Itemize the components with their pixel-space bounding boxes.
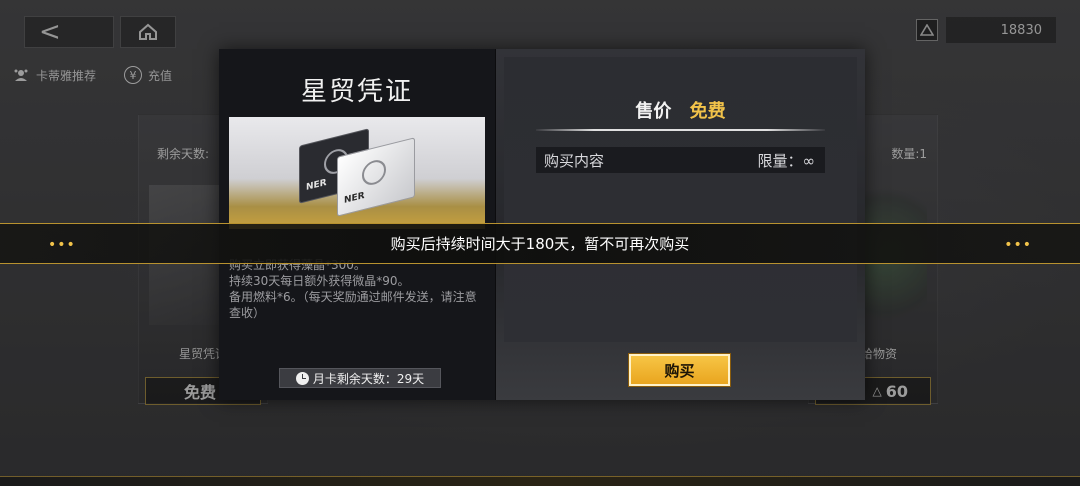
price-label: 售价 — [635, 101, 672, 122]
card-logo: NER — [306, 177, 327, 193]
clock-icon — [295, 371, 309, 385]
item-title: 星贸凭证 — [300, 77, 413, 107]
content-label: 购买内容 — [544, 151, 605, 170]
purchase-content-panel: 售价 免费 购买内容 限量：∞ — [504, 57, 857, 342]
price-row: 售价 免费 — [504, 97, 857, 123]
card-logo: NER — [344, 190, 365, 206]
bottom-strip — [0, 476, 1080, 486]
notice-toast: ••• 购买后持续时间大于180天，暂不可再次购买 ••• — [0, 223, 1080, 264]
item-description: 购买立即获得藻晶*300。 持续30天每日额外获得微晶*90。 备用燃料*6。（… — [229, 257, 487, 321]
buy-button[interactable]: 购买 — [629, 354, 730, 386]
remaining-days-text: 月卡剩余天数：29天 — [312, 371, 425, 386]
description-line: 备用燃料*6。（每天奖励通过邮件发送，请注意查收） — [229, 290, 477, 320]
toast-decoration-right: ••• — [1004, 237, 1032, 253]
toast-decoration-left: ••• — [48, 237, 76, 253]
remaining-days-badge: 月卡剩余天数：29天 — [279, 368, 441, 388]
price-value: 免费 — [689, 101, 726, 122]
purchase-content-row: 购买内容 限量：∞ — [536, 147, 825, 173]
divider — [536, 129, 825, 131]
description-line: 持续30天每日额外获得微晶*90。 — [229, 274, 410, 288]
card-emblem — [362, 157, 386, 188]
limit-label: 限量：∞ — [757, 151, 816, 170]
item-image: NER NER — [229, 117, 485, 229]
toast-message: 购买后持续时间大于180天，暂不可再次购买 — [390, 235, 690, 253]
